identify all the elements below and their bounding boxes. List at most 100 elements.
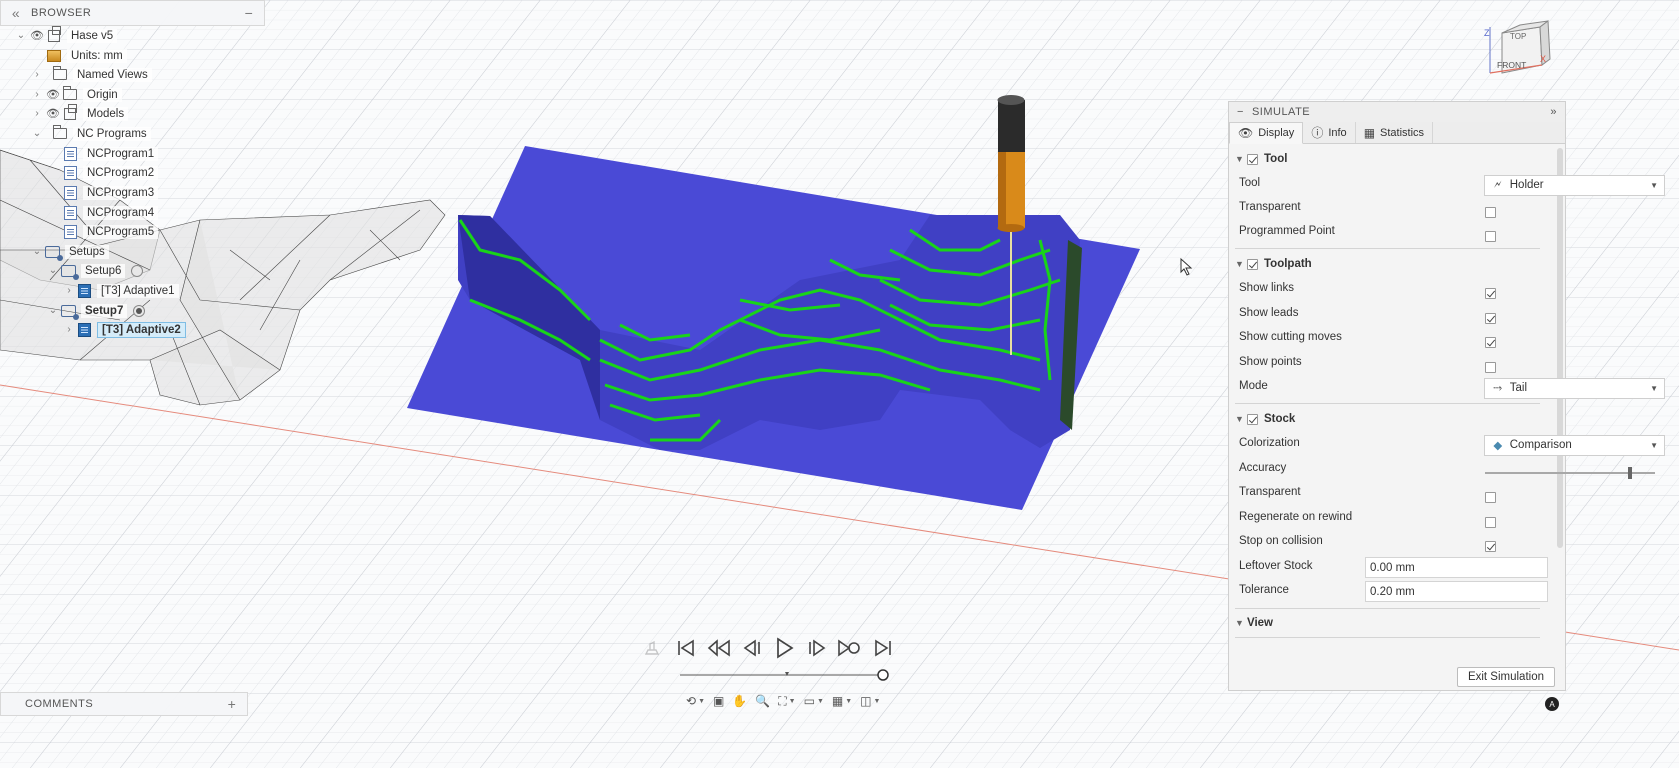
tree-item-label: Setup6	[81, 263, 126, 278]
tree-item-setup6[interactable]: ⌄ Setup6	[46, 261, 144, 280]
colorization-row: Colorization ◆ Comparison ▼	[1239, 432, 1665, 456]
orbit-tool[interactable]: ⟲ ▼	[684, 691, 707, 711]
mode-dropdown[interactable]: ⤑ Tail ▼	[1483, 377, 1665, 399]
tree-item-setups[interactable]: ⌄ Setups	[30, 242, 109, 261]
show-points-checkbox[interactable]	[1485, 361, 1496, 373]
fit-tool[interactable]: ⛶ ▼	[776, 691, 797, 711]
tree-item-root[interactable]: ⌄ 👁 Hase v5	[14, 25, 118, 45]
activate-radio[interactable]	[131, 264, 144, 277]
section-stock[interactable]: ▼ Stock	[1235, 408, 1540, 430]
caret-down-icon[interactable]: ▼	[1235, 414, 1247, 424]
tool-transparent-row: Transparent	[1239, 196, 1539, 218]
show-cutting-checkbox[interactable]	[1485, 336, 1496, 348]
pan-tool[interactable]: ✋	[730, 691, 749, 711]
display-settings-tool[interactable]: ▭ ▼	[802, 691, 826, 711]
viewcube-front-label[interactable]: FRONT	[1497, 60, 1526, 70]
tree-item-named-views[interactable]: › Named Views	[30, 65, 152, 84]
tree-item-origin[interactable]: › 👁 Origin	[30, 85, 122, 104]
show-leads-checkbox[interactable]	[1485, 312, 1496, 324]
chevron-right-icon[interactable]: ›	[30, 89, 44, 100]
regenerate-checkbox[interactable]	[1485, 516, 1496, 528]
minimize-icon[interactable]: −	[242, 5, 256, 21]
leftover-input[interactable]: 0.00 mm	[1365, 557, 1548, 578]
section-title: Tool	[1264, 153, 1288, 165]
chevron-down-icon[interactable]: ⌄	[30, 246, 44, 257]
tree-item-setup7[interactable]: ⌄ Setup7	[46, 301, 146, 320]
caret-down-icon[interactable]: ▼	[1235, 154, 1247, 164]
chevron-right-icon[interactable]: ›	[62, 324, 76, 335]
tree-item-adaptive1[interactable]: › [T3] Adaptive1	[62, 281, 179, 300]
tree-item-ncprogram4[interactable]: NCProgram4	[62, 203, 159, 222]
mode-row: Mode ⤑ Tail ▼	[1239, 375, 1665, 399]
step-forward-button[interactable]	[804, 636, 828, 660]
tree-item-adaptive2[interactable]: › [T3] Adaptive2	[62, 320, 186, 339]
step-back-button[interactable]	[741, 636, 765, 660]
expand-icon[interactable]: »	[1550, 106, 1557, 118]
active-radio[interactable]	[133, 304, 146, 317]
chevron-down-icon[interactable]: ⌄	[46, 265, 60, 276]
slider-thumb[interactable]	[1627, 467, 1632, 479]
look-at-tool[interactable]: ▣	[711, 691, 726, 711]
comments-panel: COMMENTS +	[0, 692, 248, 716]
tree-item-ncprogram1[interactable]: NCProgram1	[62, 144, 159, 163]
tool-transparent-checkbox[interactable]	[1485, 206, 1496, 218]
tree-item-label: NCProgram2	[83, 165, 159, 180]
toolpath-section-checkbox[interactable]	[1247, 258, 1258, 270]
section-toolpath[interactable]: ▼ Toolpath	[1235, 253, 1540, 275]
show-links-checkbox[interactable]	[1485, 287, 1496, 299]
tool-section-checkbox[interactable]	[1247, 153, 1258, 165]
next-move-button[interactable]	[837, 636, 861, 660]
tab-statistics[interactable]: ▦ Statistics	[1356, 122, 1434, 143]
divider	[1235, 403, 1540, 404]
chevron-right-icon[interactable]: ›	[62, 285, 76, 296]
previous-move-button[interactable]	[707, 636, 731, 660]
tree-item-units[interactable]: Units: mm	[46, 46, 127, 65]
section-tool[interactable]: ▼ Tool	[1235, 148, 1540, 170]
caret-down-icon[interactable]: ▼	[1235, 618, 1247, 628]
stock-transparent-checkbox[interactable]	[1485, 491, 1496, 503]
tree-item-ncprogram5[interactable]: NCProgram5	[62, 222, 159, 241]
play-button[interactable]	[772, 636, 796, 660]
tree-item-ncprogram3[interactable]: NCProgram3	[62, 183, 159, 202]
accuracy-slider[interactable]	[1485, 467, 1655, 479]
eye-icon[interactable]: 👁	[44, 107, 62, 120]
viewcube-top-label[interactable]: TOP	[1510, 32, 1526, 41]
tree-item-models[interactable]: › 👁 Models	[30, 103, 129, 123]
colorization-dropdown[interactable]: ◆ Comparison ▼	[1483, 434, 1665, 456]
stop-collision-checkbox[interactable]	[1485, 540, 1496, 552]
go-to-start-button[interactable]	[674, 636, 698, 660]
field-label: Show cutting moves	[1239, 331, 1342, 343]
stock-section-checkbox[interactable]	[1247, 413, 1258, 425]
go-to-end-button[interactable]	[871, 636, 895, 660]
viewports-tool[interactable]: ◫ ▼	[858, 691, 882, 711]
simulate-panel: − SIMULATE » 👁 Display ⓘ Info ▦ Statisti…	[1228, 101, 1665, 691]
tab-info[interactable]: ⓘ Info	[1303, 122, 1356, 143]
chevron-down-icon[interactable]: ⌄	[30, 128, 44, 139]
tree-item-nc-programs[interactable]: ⌄ NC Programs	[30, 124, 151, 143]
minimize-icon[interactable]: −	[1237, 106, 1244, 118]
eye-icon[interactable]: 👁	[44, 88, 62, 101]
tab-display[interactable]: 👁 Display	[1229, 122, 1304, 144]
tolerance-input[interactable]: 0.20 mm	[1365, 581, 1548, 602]
exit-simulation-button[interactable]: Exit Simulation	[1456, 667, 1555, 687]
programmed-point-checkbox[interactable]	[1485, 230, 1496, 242]
grid-settings-tool[interactable]: ▦ ▼	[830, 691, 854, 711]
comments-title: COMMENTS	[25, 698, 94, 710]
panel-scrollbar[interactable]	[1557, 148, 1563, 548]
comments-header[interactable]: COMMENTS +	[0, 692, 248, 716]
chevron-right-icon[interactable]: ›	[30, 108, 44, 119]
collapse-icon[interactable]: «	[9, 5, 23, 21]
tolerance-row: Tolerance 0.20 mm	[1239, 579, 1548, 602]
tree-item-ncprogram2[interactable]: NCProgram2	[62, 163, 159, 182]
simulation-settings-icon[interactable]	[640, 636, 664, 660]
chevron-right-icon[interactable]: ›	[30, 69, 44, 80]
folder-icon	[52, 125, 68, 141]
zoom-tool[interactable]: 🔍	[753, 691, 772, 711]
chevron-down-icon[interactable]: ⌄	[46, 305, 60, 316]
caret-down-icon[interactable]: ▼	[1235, 259, 1247, 269]
eye-icon[interactable]: 👁	[28, 29, 46, 42]
add-comment-icon[interactable]: +	[225, 696, 239, 712]
tool-dropdown[interactable]: 🗲 Holder ▼	[1483, 174, 1665, 196]
chevron-down-icon[interactable]: ⌄	[14, 30, 28, 41]
section-view[interactable]: ▼ View	[1235, 612, 1540, 634]
